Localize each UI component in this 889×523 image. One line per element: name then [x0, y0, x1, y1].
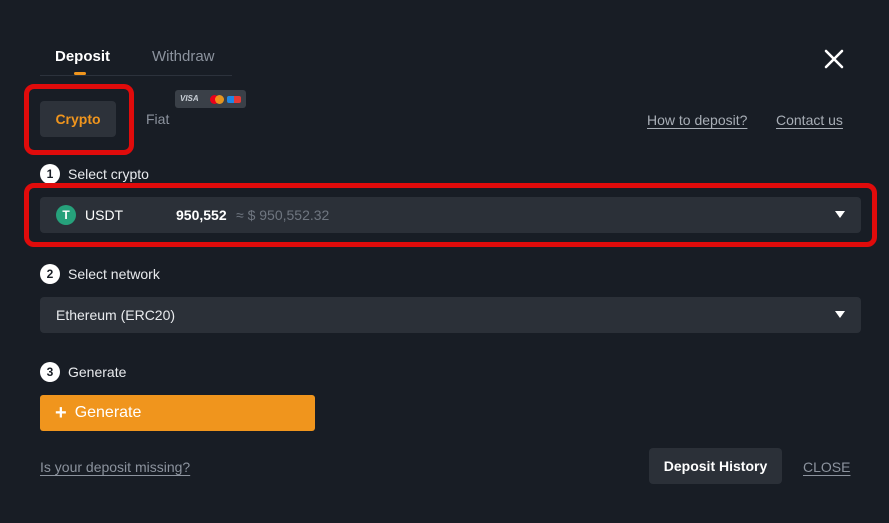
- contact-us-link[interactable]: Contact us: [776, 112, 843, 128]
- step-label: Select network: [68, 266, 160, 282]
- mastercard-icon-overlap: [215, 95, 224, 104]
- deposit-history-button[interactable]: Deposit History: [649, 448, 782, 484]
- deposit-missing-link[interactable]: Is your deposit missing?: [40, 459, 190, 475]
- highlight-crypto-method: [24, 84, 134, 155]
- highlight-crypto-select: [24, 183, 877, 247]
- tab-bar: Deposit Withdraw: [40, 40, 232, 76]
- step-number: 2: [40, 264, 60, 284]
- card-brand-icon: [227, 96, 241, 103]
- deposit-modal: Deposit Withdraw Crypto Fiat VISA How to…: [0, 0, 889, 523]
- step-number: 1: [40, 164, 60, 184]
- step-label: Select crypto: [68, 166, 149, 182]
- tab-withdraw[interactable]: Withdraw: [152, 48, 215, 65]
- generate-label: Generate: [74, 404, 142, 421]
- how-to-deposit-link[interactable]: How to deposit?: [647, 112, 747, 128]
- close-link[interactable]: CLOSE: [803, 459, 850, 475]
- plus-icon: +: [55, 402, 67, 424]
- step-number: 3: [40, 362, 60, 382]
- network-value: Ethereum (ERC20): [56, 307, 176, 323]
- visa-icon: VISA: [180, 94, 199, 103]
- step-generate: 3 Generate: [40, 362, 126, 382]
- network-select[interactable]: Ethereum (ERC20): [40, 297, 861, 333]
- payment-cards-badge: VISA: [175, 90, 246, 108]
- tab-deposit[interactable]: Deposit: [55, 48, 110, 65]
- step-select-network: 2 Select network: [40, 264, 160, 284]
- step-select-crypto: 1 Select crypto: [40, 164, 149, 184]
- method-fiat-button[interactable]: Fiat: [146, 111, 169, 127]
- generate-button[interactable]: + Generate: [40, 395, 315, 431]
- chevron-down-icon: [835, 311, 845, 318]
- active-tab-indicator: [74, 72, 86, 75]
- close-icon[interactable]: [822, 47, 846, 71]
- step-label: Generate: [68, 364, 127, 380]
